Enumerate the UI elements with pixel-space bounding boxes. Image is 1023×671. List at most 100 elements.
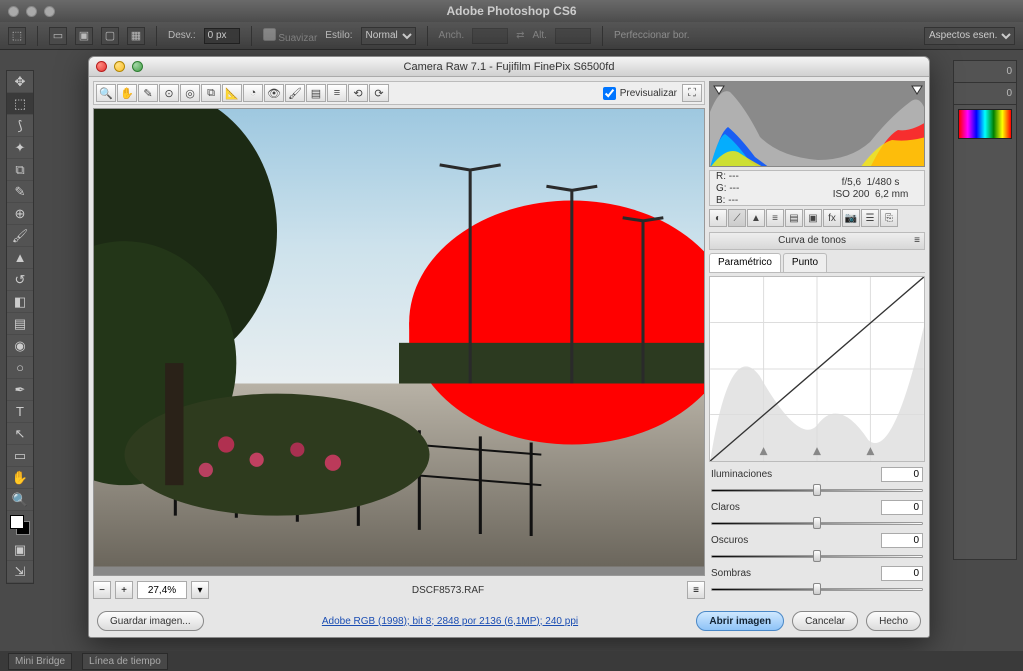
selection-new-icon[interactable]: ▭ xyxy=(49,27,67,45)
cr-redeye-tool[interactable]: 👁 xyxy=(264,84,284,102)
style-select[interactable]: Normal xyxy=(361,27,416,45)
style-label: Estilo: xyxy=(325,30,352,41)
cr-close-button[interactable] xyxy=(96,61,107,72)
filmstrip-toggle[interactable]: ≡ xyxy=(687,581,705,599)
cancel-button[interactable]: Cancelar xyxy=(792,611,858,631)
app-titlebar: Adobe Photoshop CS6 xyxy=(0,0,1023,22)
preview-checkbox[interactable] xyxy=(603,87,616,100)
selection-add-icon[interactable]: ▣ xyxy=(75,27,93,45)
width-label: Anch. xyxy=(439,30,465,41)
path-tool[interactable]: ↖ xyxy=(7,423,33,445)
minimize-window-button[interactable] xyxy=(26,6,37,17)
tab-tone-curve-icon[interactable]: ⟋ xyxy=(728,209,746,227)
tab-snapshots-icon[interactable]: ⎘ xyxy=(880,209,898,227)
move-tool[interactable]: ✥ xyxy=(7,71,33,93)
cr-rotate-cw-button[interactable]: ⟳ xyxy=(369,84,389,102)
brush-tool[interactable]: 🖌 xyxy=(7,225,33,247)
close-window-button[interactable] xyxy=(8,6,19,17)
panel-menu-icon[interactable]: ≡ xyxy=(914,233,920,249)
hand-tool[interactable]: ✋ xyxy=(7,467,33,489)
blur-tool[interactable]: ◉ xyxy=(7,335,33,357)
eraser-tool[interactable]: ◧ xyxy=(7,291,33,313)
panel-value-2: 0 xyxy=(1006,88,1012,99)
tab-split-icon[interactable]: ▤ xyxy=(785,209,803,227)
tone-curve[interactable] xyxy=(709,276,925,462)
lasso-tool[interactable]: ⟆ xyxy=(7,115,33,137)
tab-basic-icon[interactable]: ◐ xyxy=(709,209,727,227)
dodge-tool[interactable]: ○ xyxy=(7,357,33,379)
eyedropper-tool[interactable]: ✎ xyxy=(7,181,33,203)
slider-iluminaciones: Iluminaciones xyxy=(709,467,925,498)
claros-input[interactable] xyxy=(881,500,923,515)
subtab-parametrico[interactable]: Paramétrico xyxy=(709,253,781,272)
sombras-slider[interactable] xyxy=(711,582,923,596)
type-tool[interactable]: T xyxy=(7,401,33,423)
cr-brush-tool[interactable]: 🖌 xyxy=(285,84,305,102)
workspace-select[interactable]: Aspectos esen. xyxy=(924,27,1015,45)
marquee-tool[interactable]: ⬚ xyxy=(7,93,33,115)
height-input xyxy=(555,28,591,44)
tab-presets-icon[interactable]: ☰ xyxy=(861,209,879,227)
cr-gradient-tool[interactable]: ▤ xyxy=(306,84,326,102)
screenmode-toggle[interactable]: ⇲ xyxy=(7,561,33,583)
zoom-in-button[interactable]: + xyxy=(115,581,133,599)
zoom-out-button[interactable]: − xyxy=(93,581,111,599)
cr-spot-tool[interactable]: ◔ xyxy=(243,84,263,102)
image-preview[interactable] xyxy=(93,108,705,576)
cr-fullscreen-button[interactable]: ⛶ xyxy=(682,84,702,102)
tab-camera-icon[interactable]: 📷 xyxy=(842,209,860,227)
cr-straighten-tool[interactable]: 📐 xyxy=(222,84,242,102)
cr-zoom-tool[interactable]: 🔍 xyxy=(96,84,116,102)
cr-prefs-button[interactable]: ≡ xyxy=(327,84,347,102)
cr-targeted-tool[interactable]: ◎ xyxy=(180,84,200,102)
preview-checkbox-label[interactable]: Previsualizar xyxy=(603,87,677,100)
cr-crop-tool[interactable]: ⧉ xyxy=(201,84,221,102)
subtab-punto[interactable]: Punto xyxy=(783,253,827,272)
heal-tool[interactable]: ⊕ xyxy=(7,203,33,225)
cr-rotate-ccw-button[interactable]: ⟲ xyxy=(348,84,368,102)
cr-wb-tool[interactable]: ✎ xyxy=(138,84,158,102)
color-swatches[interactable] xyxy=(10,515,30,535)
histogram[interactable] xyxy=(709,81,925,167)
cr-maximize-button[interactable] xyxy=(132,61,143,72)
selection-subtract-icon[interactable]: ▢ xyxy=(101,27,119,45)
wand-tool[interactable]: ✦ xyxy=(7,137,33,159)
pen-tool[interactable]: ✒ xyxy=(7,379,33,401)
zoom-value[interactable]: 27,4% xyxy=(137,581,187,599)
workflow-link[interactable]: Adobe RGB (1998); bit 8; 2848 por 2136 (… xyxy=(212,616,689,627)
oscuros-input[interactable] xyxy=(881,533,923,548)
gradient-tool[interactable]: ▤ xyxy=(7,313,33,335)
right-panel-dock: 0 0 xyxy=(953,60,1017,560)
maximize-window-button[interactable] xyxy=(44,6,55,17)
oscuros-slider[interactable] xyxy=(711,549,923,563)
cr-color-sampler-tool[interactable]: ⊙ xyxy=(159,84,179,102)
tab-detail-icon[interactable]: ▲ xyxy=(747,209,765,227)
stamp-tool[interactable]: ▲ xyxy=(7,247,33,269)
zoom-tool[interactable]: 🔍 xyxy=(7,489,33,511)
tab-hsl-icon[interactable]: ≡ xyxy=(766,209,784,227)
zoom-dropdown-button[interactable]: ▾ xyxy=(191,581,209,599)
tool-preset-icon[interactable]: ⬚ xyxy=(8,27,26,45)
timeline-tab[interactable]: Línea de tiempo xyxy=(82,653,168,670)
history-brush-tool[interactable]: ↺ xyxy=(7,269,33,291)
feather-input[interactable] xyxy=(204,28,240,44)
save-image-button[interactable]: Guardar imagen... xyxy=(97,611,204,631)
camera-raw-titlebar: Camera Raw 7.1 - Fujifilm FinePix S6500f… xyxy=(89,57,929,77)
tab-lens-icon[interactable]: ▣ xyxy=(804,209,822,227)
iluminaciones-slider[interactable] xyxy=(711,483,923,497)
color-ramp[interactable] xyxy=(958,109,1012,139)
cr-hand-tool[interactable]: ✋ xyxy=(117,84,137,102)
tab-fx-icon[interactable]: fx xyxy=(823,209,841,227)
quickmask-toggle[interactable]: ▣ xyxy=(7,539,33,561)
sombras-input[interactable] xyxy=(881,566,923,581)
open-image-button[interactable]: Abrir imagen xyxy=(696,611,784,631)
selection-intersect-icon[interactable]: ▦ xyxy=(127,27,145,45)
shape-tool[interactable]: ▭ xyxy=(7,445,33,467)
done-button[interactable]: Hecho xyxy=(866,611,921,631)
cr-minimize-button[interactable] xyxy=(114,61,125,72)
refine-edge-button[interactable]: Perfeccionar bor. xyxy=(614,30,690,41)
iluminaciones-input[interactable] xyxy=(881,467,923,482)
crop-tool[interactable]: ⧉ xyxy=(7,159,33,181)
claros-slider[interactable] xyxy=(711,516,923,530)
mini-bridge-tab[interactable]: Mini Bridge xyxy=(8,653,72,670)
